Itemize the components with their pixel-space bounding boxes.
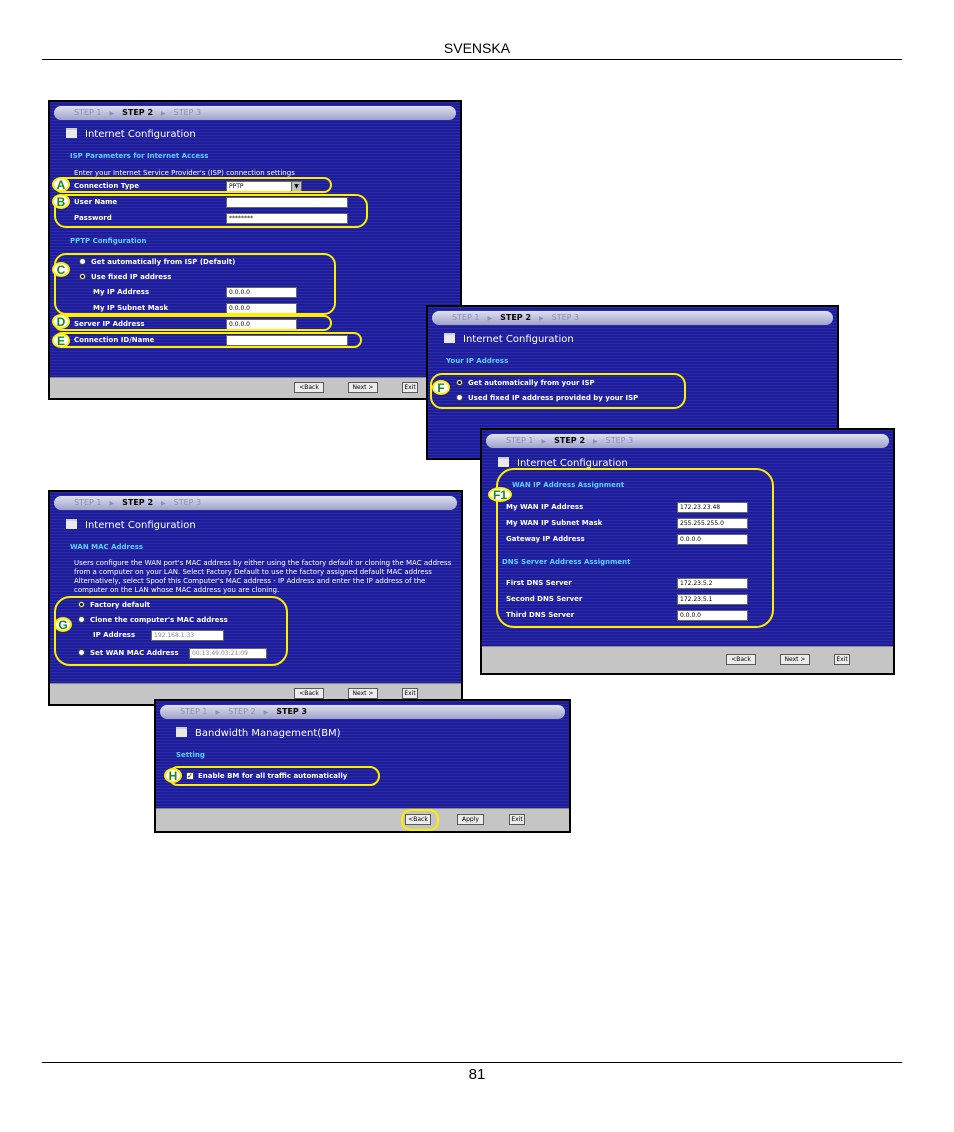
highlight-d — [54, 315, 332, 331]
apply-button[interactable]: Apply — [457, 814, 484, 825]
next-button[interactable]: Next > — [348, 688, 378, 699]
mac-description: Users configure the WAN port's MAC addre… — [74, 559, 452, 594]
step-1[interactable]: STEP 1 — [452, 311, 479, 325]
highlight-a — [54, 177, 332, 193]
screenshot-isp-parameters: STEP 1 ▶ STEP 2 ▶ STEP 3 Internet Configurat… — [48, 100, 462, 400]
exit-button[interactable]: Exit — [834, 654, 850, 665]
panel-title-text: Internet Configuration — [85, 129, 196, 140]
exit-button[interactable]: Exit — [509, 814, 525, 825]
panel-footer: <Back Next > Exit — [482, 646, 893, 673]
step-2[interactable]: STEP 2 — [122, 496, 153, 510]
back-button[interactable]: <Back — [294, 688, 324, 699]
step-2[interactable]: STEP 2 — [228, 705, 255, 719]
exit-button[interactable]: Exit — [402, 688, 418, 699]
step-2[interactable]: STEP 2 — [500, 311, 531, 325]
highlight-e — [54, 332, 362, 348]
highlight-f — [430, 373, 686, 409]
bm-setting-title: Setting — [176, 751, 205, 759]
page-number: 81 — [468, 1066, 486, 1083]
step-bar: STEP 1 ▶ STEP 2 ▶ STEP 3 — [486, 434, 889, 448]
panel-title-text: Internet Configuration — [463, 334, 574, 345]
step-2[interactable]: STEP 2 — [122, 106, 153, 120]
your-ip-section-title: Your IP Address — [446, 357, 509, 365]
step-bar: STEP 1 ▶ STEP 2 ▶ STEP 3 — [54, 496, 457, 510]
header-rule — [42, 59, 902, 60]
next-button[interactable]: Next > — [348, 382, 378, 393]
highlight-b — [54, 194, 368, 228]
step-1[interactable]: STEP 1 — [506, 434, 533, 448]
folder-icon — [66, 519, 77, 529]
badge-f1: F1 — [488, 487, 512, 502]
highlight-f1 — [496, 468, 774, 628]
screenshot-wan-ip-assignment: STEP 1 ▶ STEP 2 ▶ STEP 3 Internet Configurat… — [480, 428, 895, 675]
panel-title: Internet Configuration — [444, 333, 574, 345]
folder-icon — [498, 457, 509, 467]
step-3[interactable]: STEP 3 — [606, 434, 633, 448]
mac-section-title: WAN MAC Address — [70, 543, 144, 551]
back-button[interactable]: <Back — [294, 382, 324, 393]
badge-e: E — [52, 333, 70, 348]
step-2[interactable]: STEP 2 — [554, 434, 585, 448]
badge-h: H — [164, 768, 182, 783]
next-button[interactable]: Next > — [780, 654, 810, 665]
step-bar: STEP 1 ▶ STEP 2 ▶ STEP 3 — [54, 106, 456, 120]
exit-button[interactable]: Exit — [402, 382, 418, 393]
step-3[interactable]: STEP 3 — [276, 705, 307, 719]
panel-title: Internet Configuration — [66, 128, 196, 140]
panel-title-text: Internet Configuration — [85, 520, 196, 531]
badge-d: D — [52, 314, 70, 329]
panel-title: Internet Configuration — [66, 519, 196, 531]
screenshot-wan-mac-address: STEP 1 ▶ STEP 2 ▶ STEP 3 Internet Configurat… — [48, 490, 463, 706]
badge-g: G — [54, 617, 72, 632]
step-1[interactable]: STEP 1 — [74, 496, 101, 510]
badge-f: F — [432, 380, 450, 395]
badge-b: B — [52, 194, 70, 209]
step-3[interactable]: STEP 3 — [174, 496, 201, 510]
panel-title-text: Bandwidth Management(BM) — [195, 728, 341, 739]
step-bar: STEP 1 ▶ STEP 2 ▶ STEP 3 — [432, 311, 833, 325]
back-button[interactable]: <Back — [726, 654, 756, 665]
highlight-back-button — [401, 809, 439, 831]
highlight-h — [168, 766, 380, 786]
badge-c: C — [52, 262, 70, 277]
page-header-title: SVENSKA — [443, 40, 511, 56]
highlight-c — [54, 253, 336, 315]
panel-footer: <Back Next > Exit — [50, 377, 460, 398]
folder-icon — [444, 333, 455, 343]
badge-a: A — [52, 177, 70, 192]
step-bar: STEP 1 ▶ STEP 2 ▶ STEP 3 — [160, 705, 565, 719]
pptp-section-title: PPTP Configuration — [70, 237, 147, 245]
step-3[interactable]: STEP 3 — [174, 106, 201, 120]
footer-rule — [42, 1062, 902, 1063]
step-1[interactable]: STEP 1 — [180, 705, 207, 719]
panel-title: Bandwidth Management(BM) — [176, 727, 341, 739]
step-1[interactable]: STEP 1 — [74, 106, 101, 120]
highlight-g — [54, 596, 288, 666]
panel-footer: <Back Apply Exit — [156, 808, 569, 831]
folder-icon — [66, 128, 77, 138]
screenshot-bandwidth-management: STEP 1 ▶ STEP 2 ▶ STEP 3 Bandwidth Managemen… — [154, 699, 571, 833]
isp-section-title: ISP Parameters for Internet Access — [70, 152, 209, 160]
step-3[interactable]: STEP 3 — [552, 311, 579, 325]
folder-icon — [176, 727, 187, 737]
